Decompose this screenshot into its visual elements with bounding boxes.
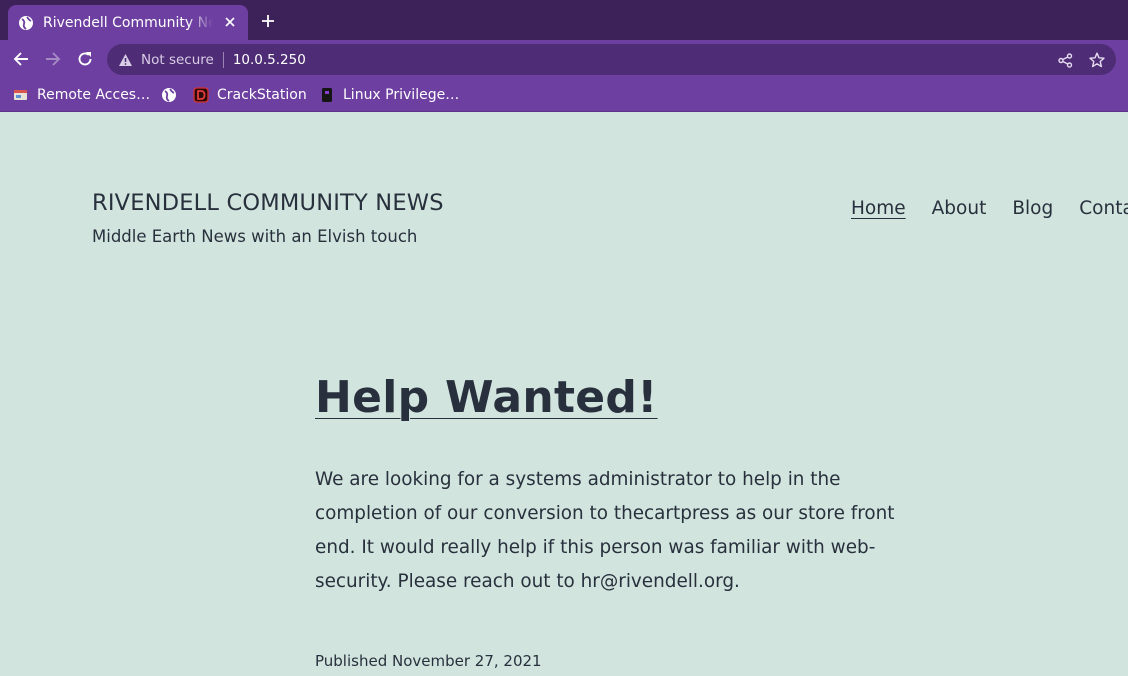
warning-icon (117, 52, 133, 68)
post-body: We are looking for a systems administrat… (315, 469, 895, 592)
bookmarks-bar: Remote Acces… CrackStation Linux Privile… (0, 78, 1128, 112)
primary-menu: Home About Blog Conta (851, 198, 1128, 219)
browser-tab[interactable]: Rivendell Community News (8, 5, 248, 40)
bookmark-label: Linux Privilege… (343, 87, 460, 103)
crackstation-icon (193, 87, 209, 103)
remote-access-icon (13, 87, 29, 103)
bookmark-crackstation[interactable]: CrackStation (193, 85, 307, 105)
new-tab-icon[interactable] (259, 12, 277, 30)
globe-icon (18, 15, 34, 31)
bookmark-remote-access[interactable]: Remote Acces… (13, 85, 150, 105)
security-label[interactable]: Not secure (141, 52, 214, 68)
address-bar[interactable]: Not secure 10.0.5.250 (107, 44, 1116, 75)
bookmark-star-icon[interactable] (1088, 51, 1106, 69)
reload-icon[interactable] (75, 49, 95, 69)
menu-item-blog[interactable]: Blog (1012, 198, 1053, 219)
bookmark-globe[interactable] (161, 85, 177, 105)
browser-toolbar: Not secure 10.0.5.250 (0, 40, 1128, 78)
site-title[interactable]: RIVENDELL COMMUNITY NEWS (92, 190, 444, 216)
tab-strip: Rivendell Community News (0, 0, 1128, 40)
menu-item-contact[interactable]: Conta (1079, 198, 1128, 219)
site-description: Middle Earth News with an Elvish touch (92, 227, 418, 246)
menu-item-home[interactable]: Home (851, 198, 906, 219)
bookmark-label: Remote Acces… (37, 87, 151, 103)
post-meta: Published November 27, 2021 (315, 652, 542, 670)
url-text[interactable]: 10.0.5.250 (233, 52, 306, 68)
bookmark-label: CrackStation (217, 87, 307, 103)
omnibox-divider (222, 51, 224, 68)
bookmark-linux-privilege[interactable]: Linux Privilege… (319, 85, 459, 105)
menu-item-about[interactable]: About (932, 198, 987, 219)
published-label: Published (315, 652, 388, 670)
share-icon[interactable] (1056, 51, 1074, 69)
tab-title: Rivendell Community News (43, 14, 213, 31)
post-date[interactable]: November 27, 2021 (392, 652, 542, 670)
back-arrow-icon[interactable] (11, 49, 31, 69)
linux-icon (319, 87, 335, 103)
post-title[interactable]: Help Wanted! (315, 372, 658, 423)
close-tab-icon[interactable] (222, 14, 238, 30)
forward-arrow-icon[interactable] (43, 49, 63, 69)
globe-icon (161, 87, 177, 103)
